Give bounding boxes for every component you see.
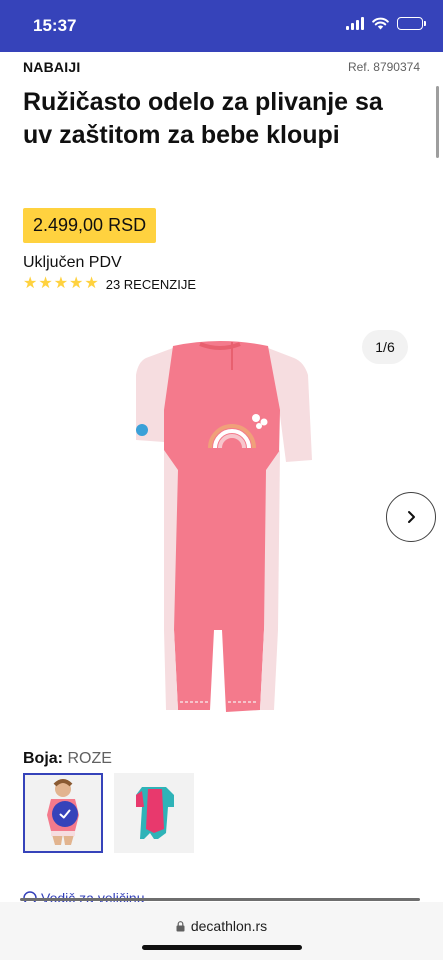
bottom-sheet-handle (20, 898, 420, 901)
product-ref: Ref. 8790374 (347, 60, 420, 74)
star-icon: ★ (69, 275, 84, 292)
price-badge: 2.499,00 RSD (23, 208, 157, 243)
lock-icon (176, 920, 185, 931)
url-display[interactable]: decathlon.rs (0, 918, 443, 934)
status-icons (346, 17, 426, 30)
color-value: ROZE (67, 750, 112, 767)
brand-name[interactable]: NABAIJI (23, 59, 80, 75)
status-time: 15:37 (33, 16, 77, 35)
star-icon: ★ (23, 275, 38, 292)
url-text: decathlon.rs (190, 918, 268, 934)
cellular-signal-icon (346, 17, 364, 30)
home-indicator[interactable] (142, 945, 302, 950)
wifi-icon (372, 17, 389, 30)
color-swatch-alt[interactable] (114, 773, 194, 853)
product-gallery[interactable]: 1/6 (0, 318, 443, 728)
battery-icon (397, 17, 426, 30)
star-icon: ★ (84, 275, 99, 292)
product-title: Ružičasto odelo za plivanje sa uv zaštit… (23, 88, 383, 149)
color-selector-label: Boja: ROZE (23, 750, 112, 768)
scroll-indicator (436, 86, 439, 158)
browser-url-bar[interactable]: decathlon.rs (0, 902, 443, 960)
alt-suit-thumbnail (136, 787, 174, 839)
product-image (136, 341, 312, 712)
chevron-right-icon (408, 511, 415, 523)
star-icon: ★ (38, 275, 53, 292)
color-swatch-roze[interactable] (23, 773, 103, 853)
vat-note: Uključen PDV (23, 254, 122, 271)
next-image-button[interactable] (386, 492, 436, 542)
star-icon: ★ (53, 275, 69, 292)
selected-check-icon (52, 801, 78, 827)
rating[interactable]: ★ ★ ★ ★ ★ 23 RECENZIJE (23, 276, 196, 292)
reviews-link[interactable]: 23 RECENZIJE (106, 277, 196, 292)
status-bar: 15:37 (0, 0, 443, 52)
image-counter: 1/6 (362, 330, 408, 364)
color-label: Boja: (23, 750, 63, 767)
